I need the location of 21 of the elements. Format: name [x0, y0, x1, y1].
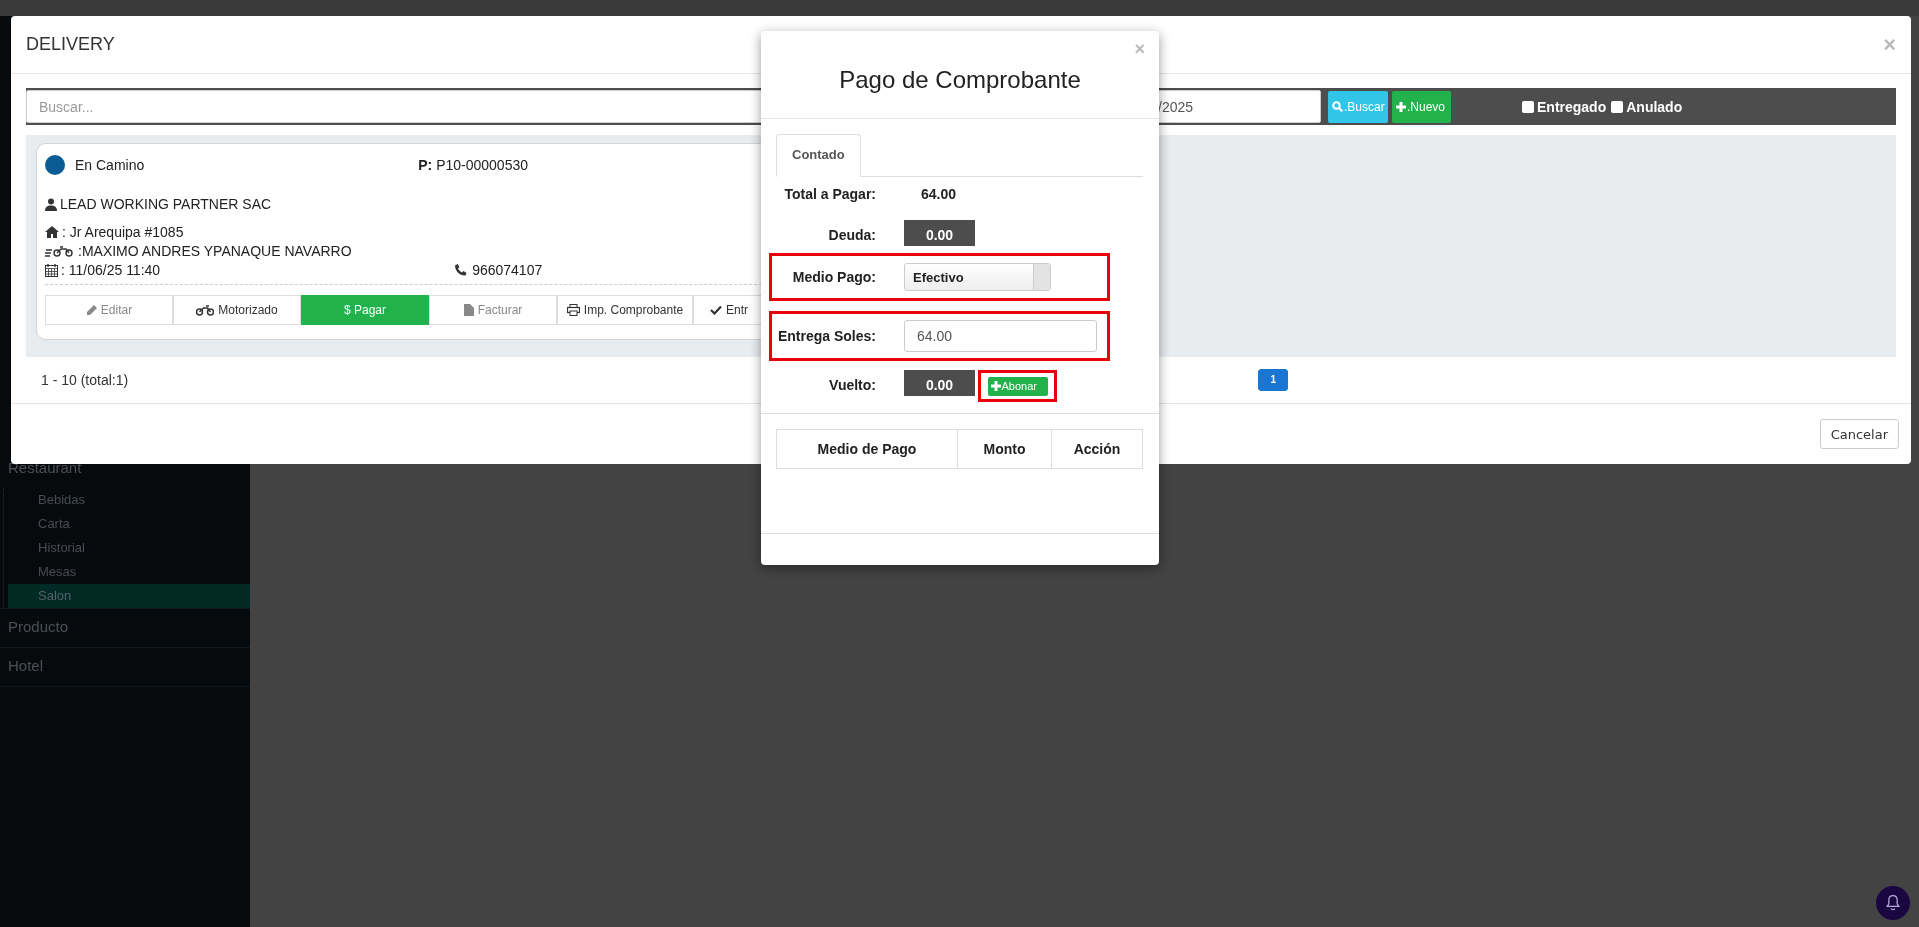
dropdown-value: Efectivo: [912, 269, 965, 285]
order-code: P: P10-00000530: [418, 157, 529, 173]
range-text: 1 - 10 (total:1): [41, 372, 129, 388]
column-header: Monto: [957, 429, 1052, 469]
address-text: : Jr Arequipa #1085: [62, 224, 184, 240]
field-label: Medio Pago:: [791, 269, 876, 285]
customer-name: LEAD WORKING PARTNER SAC: [60, 196, 272, 212]
phone-number: 966074107: [472, 262, 543, 278]
amount-display: 0.00: [904, 220, 975, 246]
field-label: Deuda:: [827, 227, 876, 245]
driver-name: :MAXIMO ANDRES YPANAQUE NAVARRO: [78, 243, 352, 259]
field-label: Entrega Soles:: [776, 328, 876, 344]
amount-text: 64.00: [921, 186, 957, 202]
amount-display: 0.00: [904, 370, 975, 396]
column-header: Acción: [1051, 429, 1143, 469]
status-text: En Camino: [75, 157, 145, 173]
field-label: Vuelto:: [828, 377, 876, 395]
column-header: Medio de Pago: [776, 429, 958, 469]
date-text: : 11/06/25 11:40: [61, 262, 161, 278]
field-label: Total a Pagar:: [783, 186, 876, 202]
dialog-title: DELIVERY: [26, 34, 115, 55]
